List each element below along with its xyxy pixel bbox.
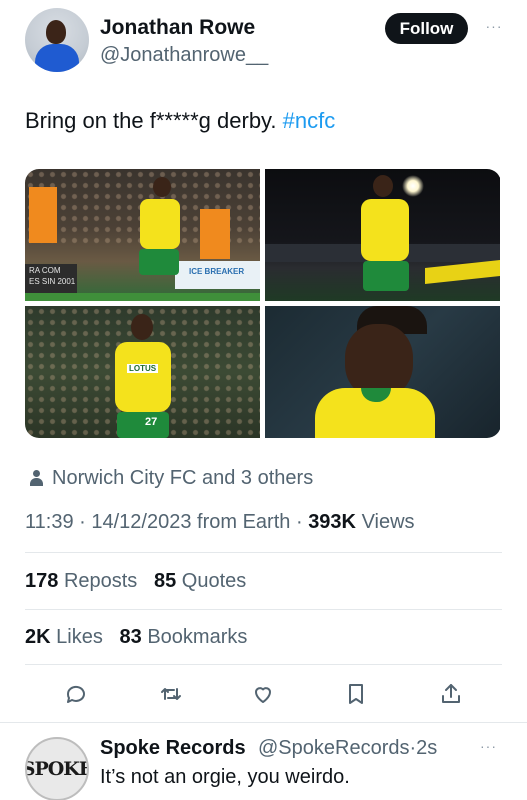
advertising-board: ICE BREAKER [175, 261, 260, 289]
reply-text: It’s not an orgie, you weirdo. [100, 766, 350, 788]
author-display-name[interactable]: Jonathan Rowe [100, 16, 255, 40]
quotes-count: 85 [153, 570, 177, 592]
tweet-date[interactable]: 14/12/2023 [91, 511, 191, 533]
bookmarks-label: Bookmarks [147, 626, 248, 648]
views-count: 393K [308, 511, 356, 533]
repost-icon [161, 688, 181, 700]
like-button[interactable] [245, 676, 281, 712]
avatar-shirt [35, 44, 79, 72]
like-icon [255, 687, 271, 703]
engagement-stats-row-2: 2K Likes 83 Bookmarks [25, 626, 247, 649]
player-shorts [363, 261, 409, 291]
tweet-header: Jonathan Rowe @Jonathanrowe__ Follow ··· [25, 8, 505, 78]
media-grid: ICE BREAKER RA COM ES SIN 2001 LOTUS 27 [25, 169, 501, 438]
sponsor-text: LOTUS [127, 364, 159, 373]
views-label: Views [361, 511, 415, 533]
reposts-link[interactable]: 178 Reposts [25, 570, 137, 592]
follow-button[interactable]: Follow [385, 13, 468, 44]
tweet-body: Bring on the f*****g derby. [25, 108, 283, 133]
tagged-users-text: Norwich City FC and 3 others [52, 466, 314, 489]
reply-avatar[interactable]: SPOKE [25, 737, 89, 800]
side-signage-text: ES SIN 2001 [29, 277, 76, 286]
divider [25, 609, 502, 610]
reply-item[interactable]: SPOKE Spoke Records @SpokeRecords·2s ···… [0, 734, 527, 800]
repost-button[interactable] [153, 676, 189, 712]
author-avatar[interactable] [25, 8, 89, 72]
divider [0, 722, 527, 723]
player-head [153, 177, 171, 197]
reposts-count: 178 [25, 570, 59, 592]
spoke-logo: SPOKE [25, 758, 89, 780]
more-options-icon[interactable]: ··· [482, 18, 506, 38]
bookmarks-count: 83 [119, 626, 142, 648]
engagement-stats-row-1: 178 Reposts 85 Quotes [25, 570, 246, 593]
shirt-number: 27 [145, 416, 158, 428]
photo-celebration-crowd[interactable]: ICE BREAKER RA COM ES SIN 2001 [25, 169, 260, 301]
player-shirt [140, 199, 180, 249]
avatar-head [46, 20, 66, 44]
likes-label: Likes [56, 626, 103, 648]
ad-board-text: ICE BREAKER [189, 267, 245, 276]
person-icon [29, 470, 44, 486]
side-signage: RA COM ES SIN 2001 [25, 264, 77, 294]
player-shirt: LOTUS [115, 342, 171, 412]
player-face [345, 324, 413, 398]
reposts-label: Reposts [63, 570, 138, 592]
player-head [373, 175, 393, 197]
player-shirt [361, 199, 409, 261]
separator-dot: · [295, 511, 303, 533]
reply-handle-line: @SpokeRecords·2s [258, 737, 437, 760]
floodlight [402, 175, 424, 197]
player-shorts [139, 249, 179, 275]
yellow-banner [425, 260, 500, 284]
reply-button[interactable] [58, 676, 94, 712]
steward-figure [29, 187, 57, 243]
tagged-users[interactable]: Norwich City FC and 3 others [29, 466, 313, 490]
share-button[interactable] [433, 676, 469, 712]
reply-time: 2s [416, 737, 438, 759]
likes-count: 2K [25, 626, 51, 648]
reply-more-options-icon[interactable]: ··· [480, 738, 497, 754]
side-signage-text: RA COM [29, 266, 61, 275]
player-head [131, 314, 153, 340]
photo-player-closeup[interactable] [265, 306, 500, 438]
bookmark-icon [349, 684, 363, 704]
hashtag-link[interactable]: #ncfc [283, 108, 336, 133]
quotes-label: Quotes [181, 570, 247, 592]
author-handle[interactable]: @Jonathanrowe__ [100, 44, 268, 67]
steward-figure [200, 209, 230, 259]
bookmarks-link[interactable]: 83 Bookmarks [120, 626, 248, 648]
bookmark-button[interactable] [338, 676, 374, 712]
action-bar [25, 676, 502, 712]
share-icon [442, 684, 460, 703]
separator-dot: · [79, 511, 92, 533]
tweet-time[interactable]: 11:39 [25, 511, 74, 533]
reply-handle[interactable]: @SpokeRecords [258, 737, 409, 759]
reply-icon [66, 685, 85, 703]
photo-floodlight-celebration[interactable] [265, 169, 500, 301]
likes-link[interactable]: 2K Likes [25, 626, 103, 648]
quotes-link[interactable]: 85 Quotes [154, 570, 246, 592]
tweet-text: Bring on the f*****g derby. #ncfc [25, 108, 335, 134]
divider [25, 552, 502, 553]
divider [25, 664, 502, 665]
tweet-meta: 11:39 · 14/12/2023 from Earth · 393K Vie… [25, 511, 415, 534]
tweet-source: from Earth [197, 511, 291, 533]
pitch [25, 293, 260, 301]
photo-player-portrait[interactable]: LOTUS 27 [25, 306, 260, 438]
player-shorts: 27 [117, 412, 169, 438]
reply-display-name[interactable]: Spoke Records [100, 737, 246, 760]
